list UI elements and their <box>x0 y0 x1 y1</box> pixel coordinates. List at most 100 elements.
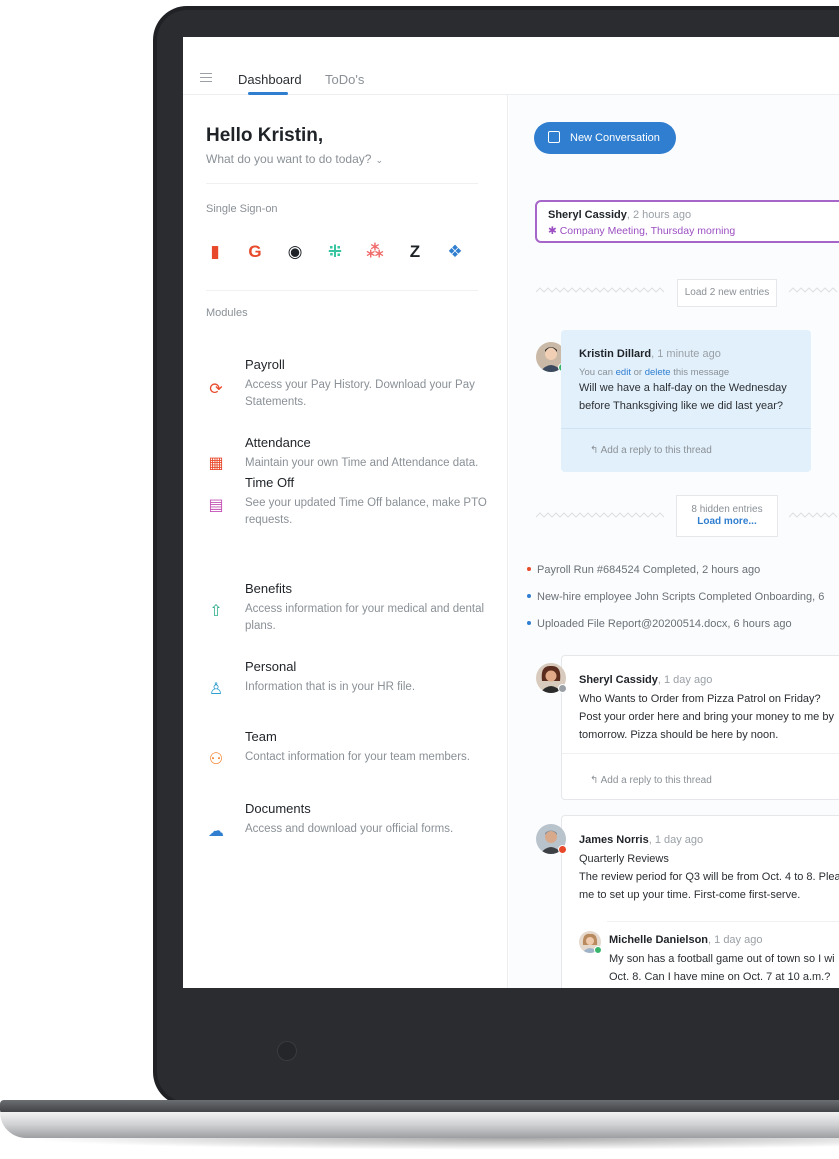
squiggle-divider <box>536 287 664 293</box>
module-title: Attendance <box>245 435 311 450</box>
home-icon: ⇧ <box>209 603 223 620</box>
sso-app-row: ▮ G ◉ ⁜ ⁂ Z ❖ <box>206 241 476 265</box>
load-more-link[interactable]: Load more... <box>677 516 777 528</box>
module-title: Team <box>245 729 277 744</box>
module-description: Access your Pay History. Download your P… <box>245 379 475 408</box>
squiggle-divider <box>536 512 664 518</box>
message-author: James Norris <box>579 834 649 846</box>
left-panel: Hello Kristin, What do you want to do to… <box>183 95 508 988</box>
message-body: Who Wants to Order from Pizza Patrol on … <box>579 690 834 744</box>
laptop-screen: Dashboard ToDo's Hello Kristin, What do … <box>183 37 839 988</box>
message-line: Will we have a half-day on the Wednesday <box>579 382 787 394</box>
office-icon[interactable]: ▮ <box>204 241 226 263</box>
pinned-conversation[interactable]: Sheryl Cassidy, 2 hours ago ✱ Company Me… <box>535 200 839 243</box>
message-line: Who Wants to Order from Pizza Patrol on … <box>579 693 821 705</box>
modules-section-label: Modules <box>206 307 248 319</box>
message-line: me to set up your time. First-come first… <box>579 889 801 901</box>
edit-note: You can edit or delete this message <box>579 367 729 378</box>
module-title: Benefits <box>245 581 292 596</box>
message-line: My son has a football game out of town s… <box>609 953 835 965</box>
pinned-topic-line: ✱ Company Meeting, Thursday morning <box>548 225 735 237</box>
reply-label: Add a reply to this thread <box>600 445 712 456</box>
edit-link[interactable]: edit <box>616 367 631 378</box>
busy-status-dot <box>558 845 567 854</box>
github-icon[interactable]: ◉ <box>284 241 306 263</box>
message-header: James Norris, 1 day ago <box>579 834 703 846</box>
zendesk-icon[interactable]: Z <box>404 241 426 263</box>
laptop-base <box>0 1112 839 1138</box>
pinned-author-line: Sheryl Cassidy, 2 hours ago <box>548 209 691 221</box>
cloud-icon: ☁ <box>208 823 224 840</box>
module-description: Access information for your medical and … <box>245 603 485 632</box>
reply-link-sheryl[interactable]: ↰ Add a reply to this thread <box>590 775 712 786</box>
module-description: Access and download your official forms. <box>245 823 454 835</box>
event-text: New-hire employee John Scripts Completed… <box>537 591 825 603</box>
message-line: Quarterly Reviews <box>579 853 669 865</box>
message-line: The review period for Q3 will be from Oc… <box>579 871 839 883</box>
compose-icon <box>548 131 560 143</box>
message-line: Post your order here and bring your mone… <box>579 711 834 723</box>
tab-todos[interactable]: ToDo's <box>325 72 364 87</box>
reply-icon: ↰ <box>590 445 601 456</box>
module-title: Documents <box>245 801 311 816</box>
greeting-heading: Hello Kristin, <box>206 125 324 146</box>
pinned-author: Sheryl Cassidy <box>548 209 627 221</box>
task-dropdown-label: What do you want to do today? <box>206 152 372 166</box>
divider <box>562 753 839 754</box>
module-title: Payroll <box>245 357 285 372</box>
module-description: Maintain your own Time and Attendance da… <box>245 457 479 469</box>
asana-icon[interactable]: ⁂ <box>364 241 386 263</box>
payroll-icon: ⟳ <box>209 381 223 398</box>
event-dot-icon <box>527 621 531 626</box>
message-author: Sheryl Cassidy <box>579 674 658 686</box>
pin-icon: ✱ <box>548 225 560 237</box>
task-dropdown[interactable]: What do you want to do today? ⌄ <box>206 152 383 166</box>
offline-status-dot <box>558 684 567 693</box>
module-description: Contact information for your team member… <box>245 751 470 763</box>
hamburger-menu-icon[interactable] <box>200 73 212 82</box>
dropbox-icon[interactable]: ❖ <box>444 241 466 263</box>
divider <box>607 921 839 922</box>
edit-note-text: or <box>630 367 645 378</box>
reply-label: Add a reply to this thread <box>600 775 712 786</box>
activity-event: New-hire employee John Scripts Completed… <box>527 591 824 603</box>
tab-dashboard[interactable]: Dashboard <box>238 72 302 87</box>
activity-event: Payroll Run #684524 Completed, 2 hours a… <box>527 564 760 576</box>
calendar-icon: ▦ <box>208 455 224 472</box>
divider <box>206 183 478 184</box>
divider <box>206 290 478 291</box>
clipboard-icon: ▤ <box>208 497 224 514</box>
reply-icon: ↰ <box>590 775 601 786</box>
squiggle-divider <box>789 287 838 293</box>
activity-event: Uploaded File Report@20200514.docx, 6 ho… <box>527 618 792 630</box>
reply-body: My son has a football game out of town s… <box>609 950 835 986</box>
google-icon[interactable]: G <box>244 241 266 263</box>
squiggle-divider <box>789 512 838 518</box>
message-header: Sheryl Cassidy, 1 day ago <box>579 674 712 686</box>
reply-time: , 1 day ago <box>708 934 763 946</box>
chevron-down-icon: ⌄ <box>375 155 383 165</box>
new-conversation-button[interactable]: New Conversation <box>534 122 676 154</box>
event-text: Payroll Run #684524 Completed, 2 hours a… <box>537 564 761 576</box>
message-body: Quarterly Reviews The review period for … <box>579 850 839 904</box>
message-line: tomorrow. Pizza should be here by noon. <box>579 729 779 741</box>
divider <box>561 428 811 429</box>
message-time: , 1 day ago <box>648 834 704 846</box>
module-description: Information that is in your HR file. <box>245 681 416 693</box>
reply-link-kristin[interactable]: ↰ Add a reply to this thread <box>590 445 712 456</box>
module-title: Time Off <box>245 475 295 490</box>
event-dot-icon <box>527 594 531 599</box>
load-new-entries-button[interactable]: Load 2 new entries <box>677 279 777 307</box>
sso-section-label: Single Sign-on <box>206 203 278 215</box>
event-dot-icon <box>527 567 531 572</box>
delete-link[interactable]: delete <box>645 367 671 378</box>
hidden-entries-box[interactable]: 8 hidden entries Load more... <box>676 495 778 537</box>
new-conversation-label: New Conversation <box>570 132 660 144</box>
message-line: before Thanksgiving like we did last yea… <box>579 400 784 412</box>
person-icon: ♙ <box>208 681 224 698</box>
laptop-shadow <box>20 1138 839 1150</box>
reply-author: Michelle Danielson <box>609 934 709 946</box>
conversation-panel: New Conversation Sheryl Cassidy, 2 hours… <box>509 95 839 988</box>
slack-icon[interactable]: ⁜ <box>324 241 346 263</box>
message-author: Kristin Dillard <box>579 348 652 360</box>
